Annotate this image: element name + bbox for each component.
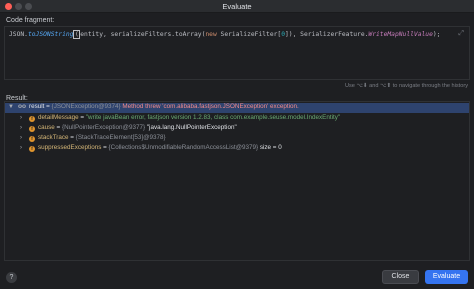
code-fragment-editor[interactable]: JSON.toJSONString(entity, serializeFilte… bbox=[4, 26, 470, 80]
object-ref: {Collections$UnmodifiableRandomAccessLis… bbox=[108, 144, 260, 151]
evaluate-button[interactable]: Evaluate bbox=[425, 270, 468, 284]
expand-arrow-icon[interactable]: › bbox=[20, 135, 22, 141]
tree-row-detail-message[interactable]: › f detailMessage = "write javaBean erro… bbox=[5, 114, 469, 124]
code-fragment-label: Code fragment: bbox=[6, 17, 55, 24]
tree-row-result[interactable]: ▼ oo result = {JSONException@9374} Metho… bbox=[5, 103, 469, 113]
watch-result-icon: oo bbox=[18, 103, 27, 110]
result-tree[interactable]: ▼ oo result = {JSONException@9374} Metho… bbox=[4, 101, 470, 261]
expand-arrow-icon[interactable]: › bbox=[20, 145, 22, 151]
help-icon[interactable]: ? bbox=[6, 272, 17, 283]
expand-editor-icon[interactable]: ⤢ bbox=[458, 30, 464, 38]
string-value: "write javaBean error, fastjson version … bbox=[85, 114, 341, 121]
tree-row-stack-trace[interactable]: › f stackTrace = {StackTraceElement[53]@… bbox=[5, 134, 469, 144]
field-icon: f bbox=[29, 136, 35, 142]
tree-row-name: suppressedExceptions bbox=[38, 144, 102, 151]
collapse-arrow-icon[interactable]: ▼ bbox=[8, 104, 14, 110]
exception-message: Method threw 'com.alibaba.fastjson.JSONE… bbox=[122, 103, 299, 110]
string-value: "java.lang.NullPointerException" bbox=[146, 124, 237, 131]
object-ref: {NullPointerException@9377} bbox=[62, 124, 147, 131]
title-bar: Evaluate bbox=[0, 0, 474, 13]
object-ref: {StackTraceElement[53]@9378} bbox=[75, 134, 166, 141]
tree-row-name: result bbox=[29, 103, 45, 110]
expand-arrow-icon[interactable]: › bbox=[20, 125, 22, 131]
tree-row-name: cause bbox=[38, 124, 55, 131]
tree-row-name: detailMessage bbox=[38, 114, 79, 121]
window-title: Evaluate bbox=[222, 2, 252, 11]
field-icon: f bbox=[29, 146, 35, 152]
field-icon: f bbox=[29, 116, 35, 122]
tree-row-suppressed-exceptions[interactable]: › f suppressedExceptions = {Collections$… bbox=[5, 144, 469, 154]
object-ref: {JSONException@9374} bbox=[51, 103, 123, 110]
history-hint: Use ⌥⬇ and ⌥⬆ to navigate through the hi… bbox=[344, 83, 468, 89]
code-line[interactable]: JSON.toJSONString(entity, serializeFilte… bbox=[9, 30, 440, 39]
size-value: size = 0 bbox=[259, 144, 282, 151]
tree-row-cause[interactable]: › f cause = {NullPointerException@9377} … bbox=[5, 124, 469, 134]
expand-arrow-icon[interactable]: › bbox=[20, 115, 22, 121]
tree-row-name: stackTrace bbox=[38, 134, 69, 141]
close-button[interactable]: Close bbox=[382, 270, 419, 284]
field-icon: f bbox=[29, 126, 35, 132]
